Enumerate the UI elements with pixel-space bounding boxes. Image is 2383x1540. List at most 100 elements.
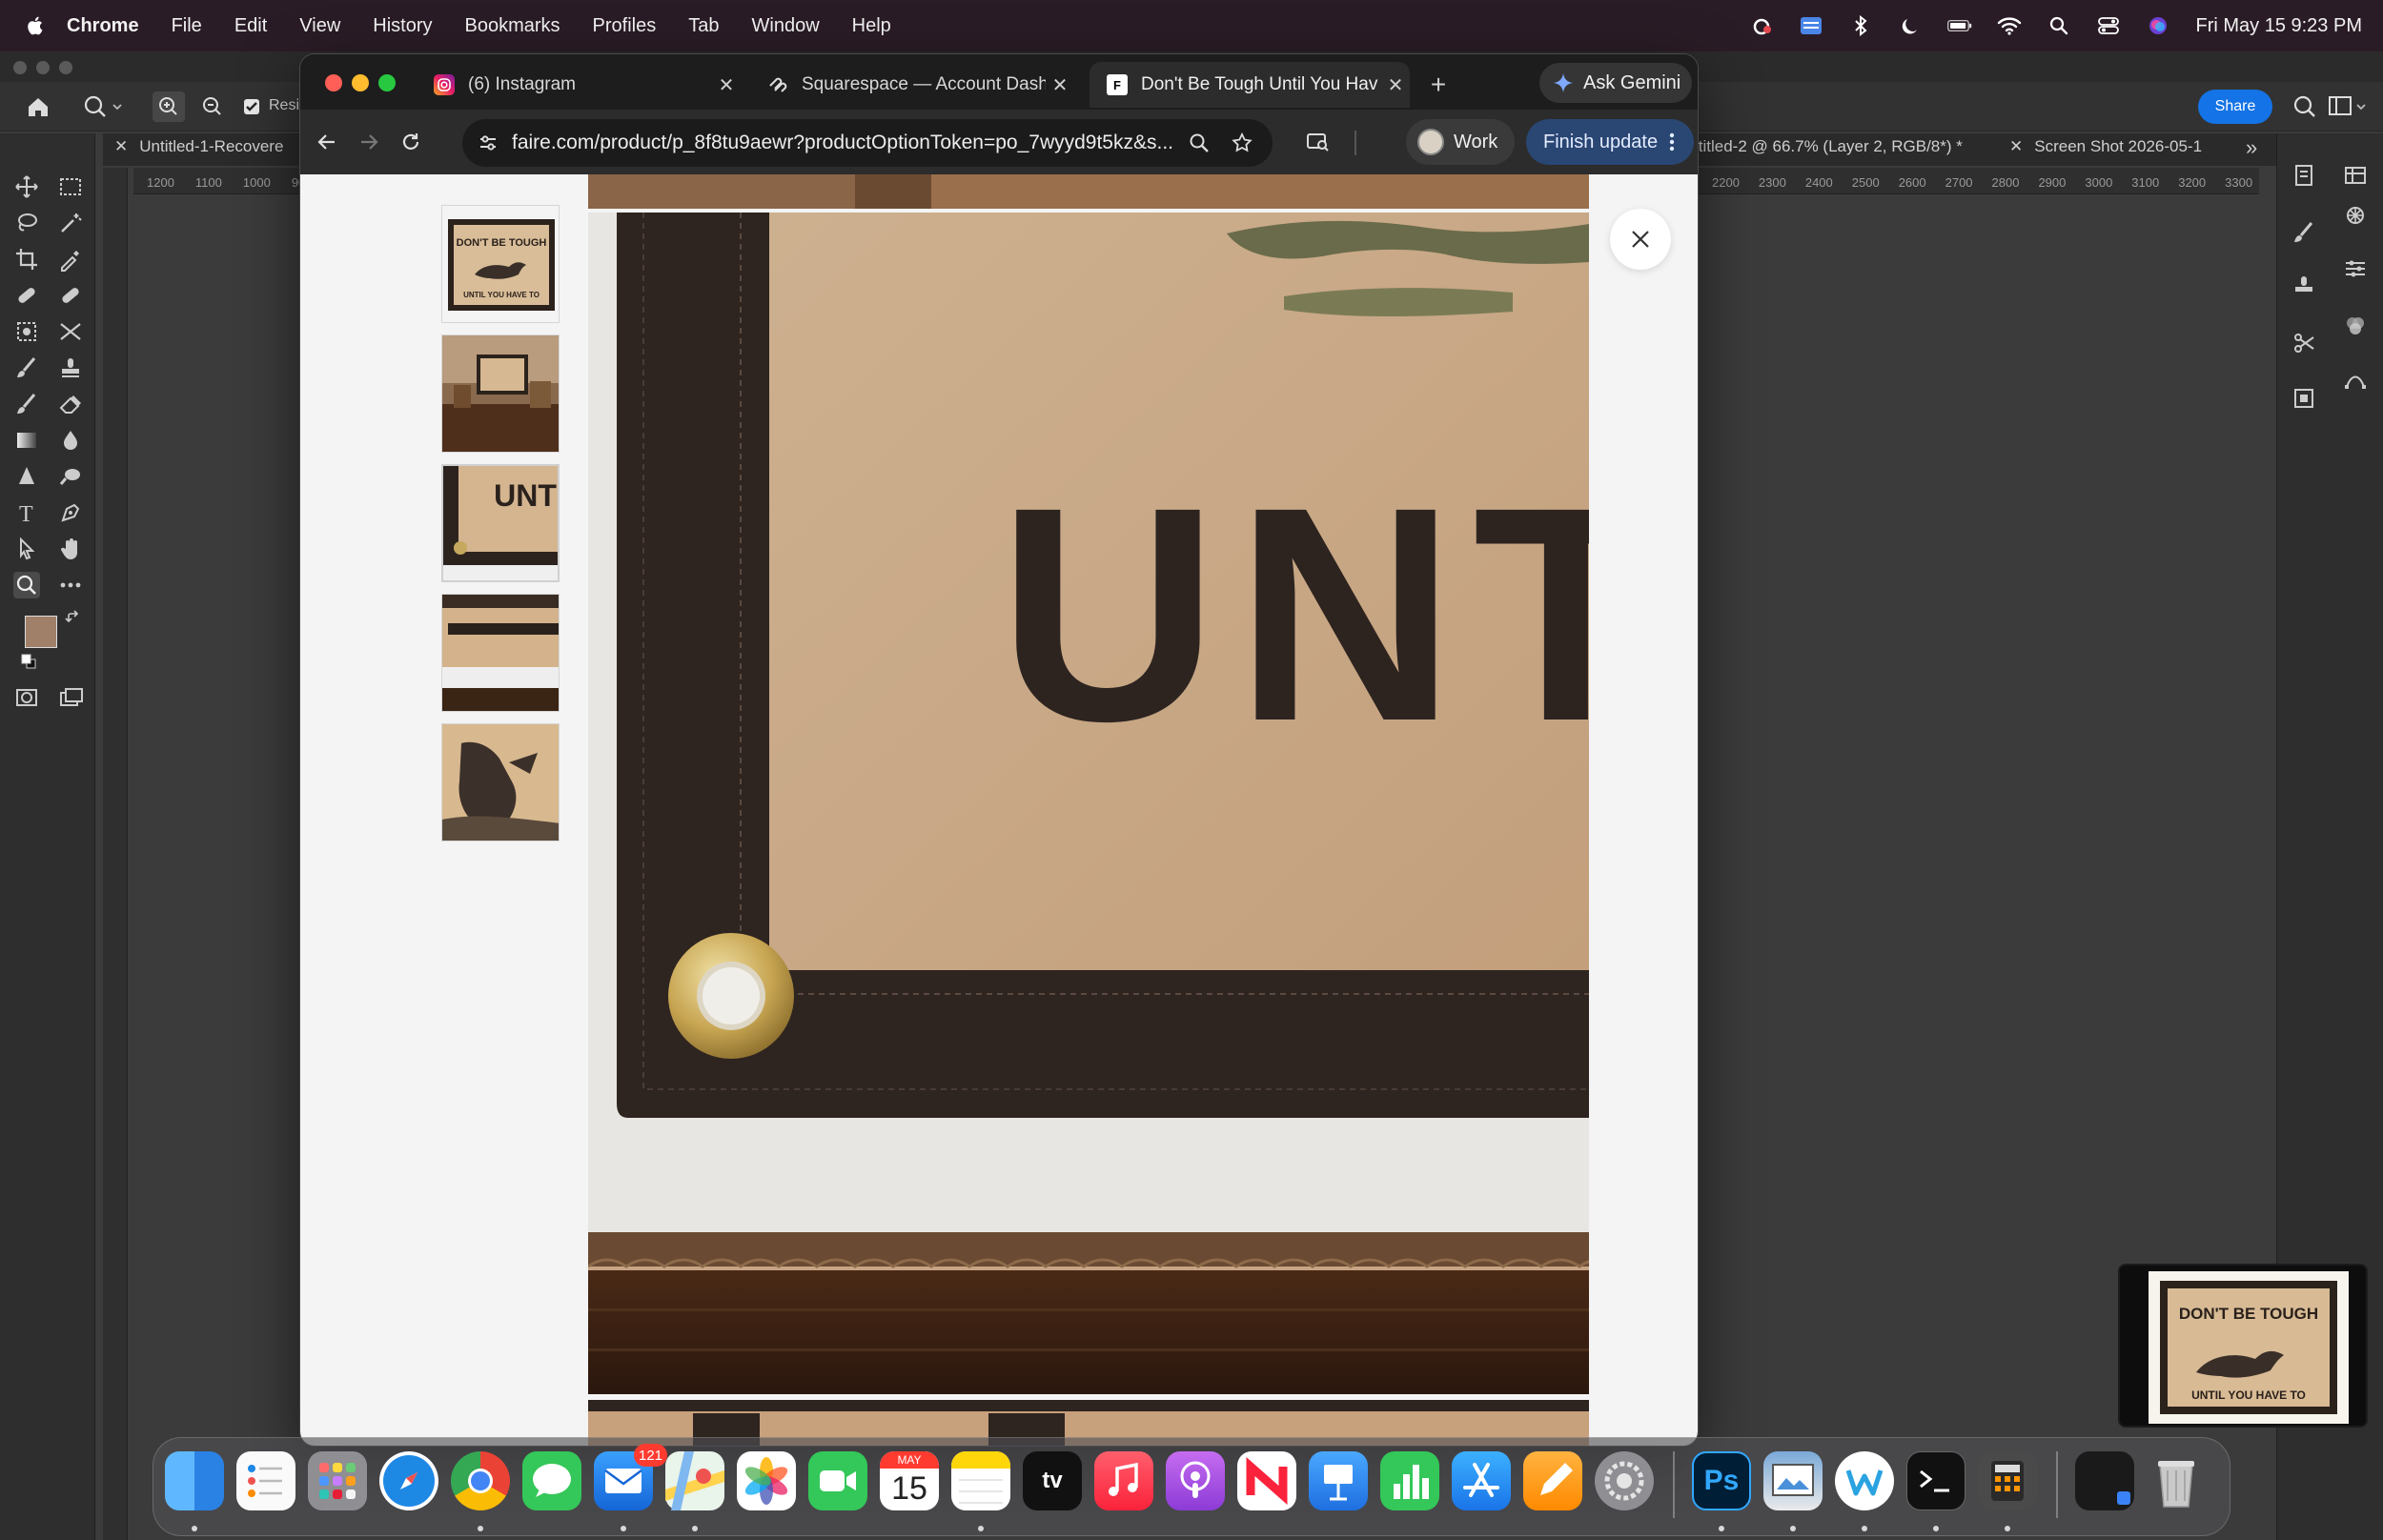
more-tabs-chevron-icon[interactable]: » <box>2246 135 2257 160</box>
maps-icon[interactable] <box>665 1451 724 1510</box>
preview-app-icon[interactable] <box>1763 1451 1823 1510</box>
layer-comps-panel-icon[interactable] <box>2291 385 2317 412</box>
close-lightbox-button[interactable] <box>1610 209 1671 270</box>
finder-icon[interactable] <box>165 1451 224 1510</box>
home-icon[interactable] <box>25 93 51 120</box>
window-close-button[interactable] <box>325 74 342 91</box>
address-bar[interactable]: faire.com/product/p_8f8tu9aewr?productOp… <box>462 119 1273 167</box>
hand-tool-icon[interactable] <box>57 536 84 562</box>
foreground-color-swatch[interactable] <box>25 616 57 648</box>
apple-logo-icon[interactable] <box>25 15 44 36</box>
product-thumbnail-5[interactable] <box>441 723 560 841</box>
menubar-clock[interactable]: Fri May 15 9:23 PM <box>2195 15 2362 37</box>
clone-source-panel-icon[interactable] <box>2291 273 2317 299</box>
ask-gemini-button[interactable]: Ask Gemini <box>1539 63 1692 103</box>
type-tool-icon[interactable]: T <box>13 499 40 527</box>
product-thumbnail-3-selected[interactable]: UNT <box>441 464 560 582</box>
tab-search-icon[interactable] <box>1301 125 1335 159</box>
tab-close-icon[interactable]: ✕ <box>1046 73 1074 97</box>
zoom-out-button[interactable] <box>196 91 229 122</box>
photoshop-share-button[interactable]: Share <box>2198 90 2272 124</box>
menu-bookmarks[interactable]: Bookmarks <box>465 15 560 37</box>
ps-window-close-dot[interactable] <box>13 61 27 74</box>
battery-icon[interactable] <box>1947 16 1972 35</box>
ps-document-tab-active-title[interactable]: ititled-2 @ 66.7% (Layer 2, RGB/8*) * <box>1695 137 1963 156</box>
messages-icon[interactable] <box>522 1451 581 1510</box>
pen-tool-icon[interactable] <box>57 499 84 526</box>
window-minimize-button[interactable] <box>352 74 369 91</box>
spotlight-search-icon[interactable] <box>2047 16 2071 35</box>
channels-panel-icon[interactable] <box>2342 313 2369 339</box>
patch-tool-icon[interactable] <box>57 282 84 309</box>
ps-document-tab-screenshot[interactable]: ✕ Screen Shot 2026-05-1 <box>2009 137 2202 156</box>
creative-cloud-icon[interactable] <box>1749 16 1774 35</box>
gradient-tool-icon[interactable] <box>13 427 40 454</box>
workspace-layout-icon[interactable] <box>2328 93 2370 120</box>
content-aware-move-tool-icon[interactable] <box>57 318 84 345</box>
properties-panel-icon[interactable] <box>2342 255 2369 282</box>
launchpad-icon[interactable] <box>308 1451 367 1510</box>
profile-work-button[interactable]: Work <box>1406 119 1515 165</box>
notes-icon[interactable] <box>951 1451 1010 1510</box>
eraser-tool-icon[interactable] <box>57 391 84 417</box>
screen-mode-icon[interactable] <box>57 684 84 711</box>
zoom-tool-icon[interactable] <box>13 572 40 598</box>
back-button[interactable] <box>310 125 344 159</box>
product-main-image[interactable]: UNT <box>588 174 1589 1446</box>
menu-view[interactable]: View <box>299 15 340 37</box>
menu-edit[interactable]: Edit <box>234 15 267 37</box>
apple-tv-icon[interactable]: tv <box>1023 1451 1082 1510</box>
tab-squarespace[interactable]: Squarespace — Account Dash ✕ <box>750 62 1074 108</box>
calculator-icon[interactable] <box>1978 1451 2037 1510</box>
clone-stamp-tool-icon[interactable] <box>57 355 84 381</box>
wifi-icon[interactable] <box>1997 16 2022 35</box>
history-brush-tool-icon[interactable] <box>13 391 40 417</box>
ps-document-tab-left[interactable]: ✕ Untitled-1-Recovere <box>114 137 283 156</box>
dodge-tool-icon[interactable] <box>57 463 84 490</box>
keyboard-viewer-icon[interactable] <box>1799 16 1823 35</box>
photoshop-icon[interactable]: Ps <box>1692 1451 1751 1510</box>
path-selection-tool-icon[interactable] <box>13 536 40 562</box>
tab-faire-product[interactable]: F Don't Be Tough Until You Hav ✕ <box>1090 62 1410 108</box>
product-thumbnail-1[interactable]: DON'T BE TOUGH UNTIL YOU HAVE TO <box>441 205 560 323</box>
menu-profiles[interactable]: Profiles <box>593 15 657 37</box>
chrome-icon[interactable] <box>451 1451 510 1510</box>
menu-tab[interactable]: Tab <box>688 15 719 37</box>
blur-tool-icon[interactable] <box>57 427 84 454</box>
site-settings-icon[interactable] <box>478 132 499 153</box>
product-thumbnail-2[interactable] <box>441 334 560 453</box>
move-tool-icon[interactable] <box>13 173 40 200</box>
resize-windows-checkbox[interactable] <box>244 99 259 114</box>
tab-instagram[interactable]: (6) Instagram ✕ <box>417 62 741 108</box>
zoom-indicator-icon[interactable] <box>1189 132 1210 153</box>
eyedropper-tool-icon[interactable] <box>57 246 84 273</box>
menu-app-name[interactable]: Chrome <box>67 15 139 37</box>
swap-colors-icon[interactable] <box>65 610 82 627</box>
reminders-icon[interactable] <box>236 1451 295 1510</box>
quick-mask-icon[interactable] <box>13 684 40 711</box>
marquee-tool-icon[interactable] <box>57 173 84 200</box>
more-tools-icon[interactable] <box>57 572 84 598</box>
zoom-in-button[interactable] <box>153 91 185 122</box>
keynote-icon[interactable] <box>1309 1451 1368 1510</box>
system-settings-icon[interactable] <box>1595 1451 1654 1510</box>
control-center-icon[interactable] <box>2096 16 2121 35</box>
screenshot-preview-thumbnail[interactable]: DON'T BE TOUGH UNTIL YOU HAVE TO <box>2118 1264 2368 1428</box>
history-panel-icon[interactable] <box>2291 162 2317 189</box>
tab-close-icon[interactable]: ✕ <box>1381 73 1410 97</box>
forward-button[interactable] <box>352 125 386 159</box>
focus-moon-icon[interactable] <box>1898 16 1923 35</box>
menu-file[interactable]: File <box>172 15 202 37</box>
lasso-tool-icon[interactable] <box>13 210 40 236</box>
paths-panel-icon[interactable] <box>2342 366 2369 393</box>
ps-window-zoom-dot[interactable] <box>59 61 72 74</box>
object-selection-tool-icon[interactable] <box>13 318 40 345</box>
calendar-icon[interactable]: MAY 15 <box>880 1451 939 1510</box>
app-store-icon[interactable] <box>1452 1451 1511 1510</box>
facetime-icon[interactable] <box>808 1451 867 1510</box>
news-icon[interactable] <box>1237 1451 1296 1510</box>
zoom-tool-preset-icon[interactable] <box>82 93 124 120</box>
pages-icon[interactable] <box>1523 1451 1582 1510</box>
libraries-panel-icon[interactable] <box>2342 162 2369 189</box>
default-colors-icon[interactable] <box>21 654 36 669</box>
